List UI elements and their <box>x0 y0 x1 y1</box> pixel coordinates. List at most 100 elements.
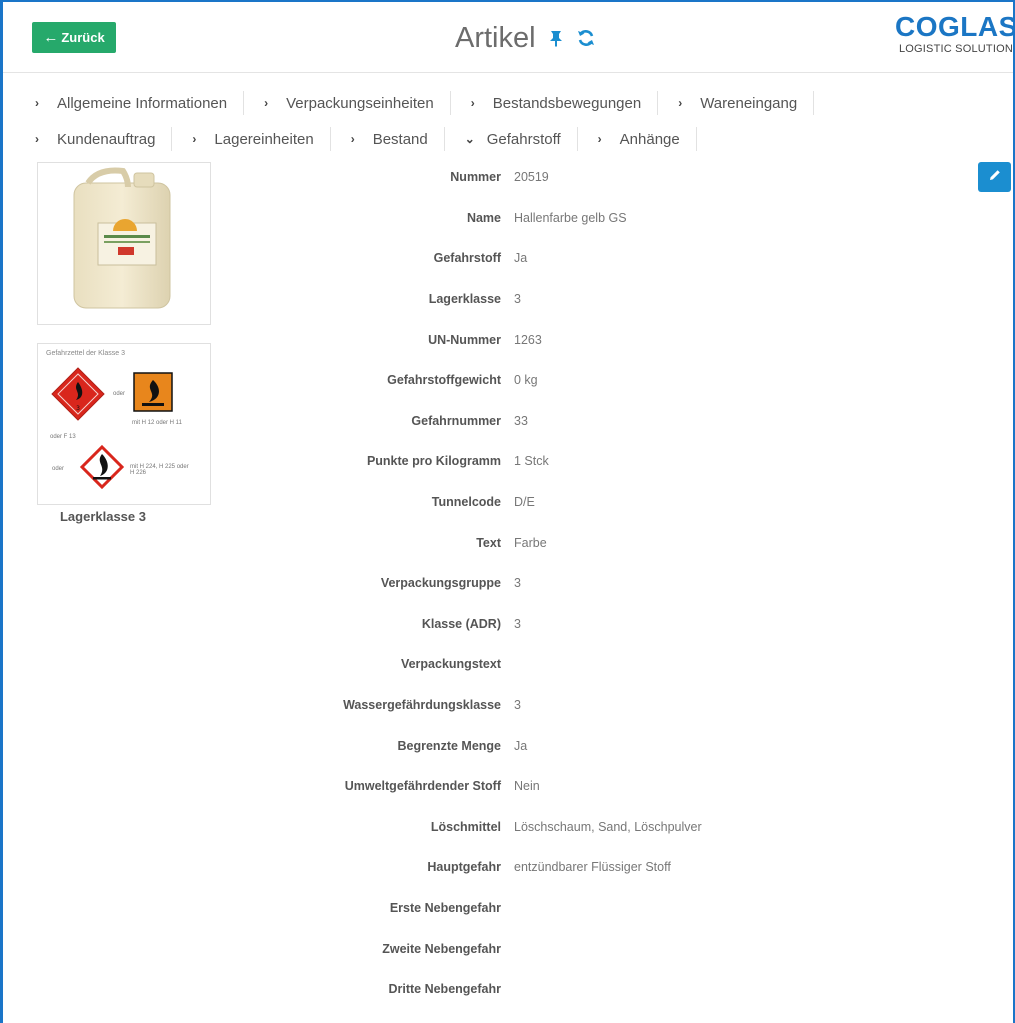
detail-value: 20519 <box>514 170 549 185</box>
detail-row: Verpackungstext <box>253 644 973 685</box>
detail-row: Dritte Nebengefahr <box>253 969 973 1010</box>
detail-label: Gefahrnummer <box>411 413 501 428</box>
detail-label: Verpackungstext <box>400 657 501 672</box>
detail-value: entzündbarer Flüssiger Stoff <box>514 860 671 875</box>
detail-value: Farbe <box>514 535 547 550</box>
detail-label: Wassergefährdungsklasse <box>343 698 501 713</box>
detail-row: UN-Nummer 1263 <box>253 319 973 360</box>
hazard-small-text: oder <box>52 466 65 472</box>
detail-value: Ja <box>514 738 528 753</box>
chevron-down-icon: ⌄ <box>464 132 475 146</box>
tab-label: Anhänge <box>619 130 680 148</box>
detail-row: Gefahrstoffgewicht 0 kg <box>253 360 973 401</box>
detail-label: Gefahrstoff <box>433 251 501 266</box>
detail-label: Begrenzte Menge <box>397 738 502 753</box>
detail-label: Erste Nebengefahr <box>389 900 501 915</box>
detail-row: Löschmittel Löschschaum, Sand, Löschpulve… <box>253 807 973 848</box>
chevron-right-icon: › <box>35 132 39 146</box>
chevron-right-icon: › <box>192 132 197 146</box>
hazard-small-text: oder F 13 <box>50 434 76 440</box>
detail-value: 0 kg <box>514 373 538 388</box>
detail-label: Zweite Nebengefahr <box>382 941 501 956</box>
tab-gefahrstoff[interactable]: ⌄ Gefahrstoff <box>461 127 578 151</box>
chevron-right-icon: › <box>350 132 355 146</box>
pencil-icon <box>988 168 1002 187</box>
detail-row: Verpackungsgruppe 3 <box>253 563 973 604</box>
detail-row: Text Farbe <box>253 522 973 563</box>
section-tabs: › Allgemeine Informationen › Verpackungsein… <box>31 85 991 157</box>
detail-row: Tunnelcode D/E <box>253 482 973 523</box>
detail-value: D/E <box>514 495 535 510</box>
detail-value: 33 <box>514 413 528 428</box>
refresh-icon[interactable] <box>576 28 596 48</box>
tab-allgemeine-informationen[interactable]: › Allgemeine Informationen <box>31 91 245 115</box>
title-area: Artikel <box>455 18 596 58</box>
detail-row: Begrenzte Menge Ja <box>253 725 973 766</box>
detail-list: Nummer 20519 Name Hallenfarbe gelb GS Gefahr… <box>253 157 973 1009</box>
tab-wareneingang[interactable]: › Wareneingang <box>674 91 815 115</box>
detail-row: Wassergefährdungsklasse 3 <box>253 685 973 726</box>
hazard-small-text: mit H 12 oder H 11 <box>132 420 182 426</box>
detail-label: Hauptgefahr <box>427 860 501 875</box>
detail-value: Löschschaum, Sand, Löschpulver <box>514 819 702 834</box>
tab-kundenauftrag[interactable]: › Kundenauftrag <box>31 127 173 151</box>
detail-label: UN-Nummer <box>428 332 501 347</box>
detail-value: Nein <box>514 779 540 794</box>
logo-sub-text: LOGISTIC SOLUTION <box>898 43 1013 55</box>
hazard-label-image: Gefahrzettel der Klasse 3 3 oder mit H 1… <box>37 343 211 505</box>
detail-label: Verpackungsgruppe <box>380 576 501 591</box>
tab-bestandsbewegungen[interactable]: › Bestandsbewegungen <box>467 91 659 115</box>
pin-icon[interactable] <box>546 28 566 48</box>
detail-row: Punkte pro Kilogramm 1 Stck <box>253 441 973 482</box>
canister-image <box>73 167 171 309</box>
hazard-small-text: mit H 224, H 225 oder H 226 <box>130 464 189 476</box>
chevron-right-icon: › <box>597 132 602 146</box>
tab-anhänge[interactable]: › Anhänge <box>594 127 697 151</box>
edit-button[interactable] <box>978 162 1011 192</box>
detail-label: Text <box>476 535 501 550</box>
chevron-right-icon: › <box>470 96 475 110</box>
detail-label: Name <box>466 210 501 225</box>
detail-value: Ja <box>514 251 528 266</box>
detail-label: Lagerklasse <box>428 292 501 307</box>
detail-row: Nummer 20519 <box>253 157 973 198</box>
tab-verpackungseinheiten[interactable]: › Verpackungseinheiten <box>260 91 451 115</box>
tab-label: Gefahrstoff <box>486 130 561 148</box>
detail-value: 1 Stck <box>514 454 549 469</box>
detail-value: 3 <box>514 616 521 631</box>
detail-row: Umweltgefährdender Stoff Nein <box>253 766 973 807</box>
hazard-caption: Lagerklasse 3 <box>59 509 146 524</box>
header: ← Zurück Artikel COGLAS LOGISTIC SOLUTIO… <box>3 2 1013 73</box>
tab-label: Lagereinheiten <box>214 130 314 148</box>
detail-label: Löschmittel <box>430 819 501 834</box>
detail-label: Umweltgefährdender Stoff <box>344 779 501 794</box>
hazard-symbols: 3 <box>51 367 173 490</box>
company-logo: COGLAS LOGISTIC SOLUTION <box>895 11 1015 56</box>
detail-value: 3 <box>514 698 521 713</box>
detail-row: Gefahrstoff Ja <box>253 238 973 279</box>
tab-bestand[interactable]: › Bestand <box>347 127 445 151</box>
detail-label: Dritte Nebengefahr <box>388 982 501 997</box>
detail-row: Erste Nebengefahr <box>253 888 973 929</box>
tab-lagereinheiten[interactable]: › Lagereinheiten <box>188 127 331 151</box>
logo-main-text: COGLAS <box>895 11 1015 42</box>
tab-label: Bestand <box>372 130 428 148</box>
page-title: Artikel <box>455 21 536 54</box>
detail-row: Zweite Nebengefahr <box>253 928 973 969</box>
arrow-left-icon: ← <box>43 29 59 46</box>
detail-row: Lagerklasse 3 <box>253 279 973 320</box>
detail-value: 3 <box>514 292 521 307</box>
back-button[interactable]: ← Zurück <box>32 22 116 53</box>
product-image <box>37 162 211 325</box>
tab-label: Bestandsbewegungen <box>492 94 642 112</box>
detail-value: Hallenfarbe gelb GS <box>514 210 627 225</box>
tab-row-1: › Allgemeine Informationen › Verpackungsein… <box>31 85 991 121</box>
hazard-small-text: oder <box>113 391 126 397</box>
detail-row: Gefahrnummer 33 <box>253 401 973 442</box>
chevron-right-icon: › <box>678 96 683 110</box>
tab-label: Verpackungseinheiten <box>286 94 434 112</box>
detail-label: Gefahrstoffgewicht <box>387 373 501 388</box>
detail-value: 3 <box>514 576 521 591</box>
tab-row-2: › Kundenauftrag › Lagereinheiten › Bestand ⌄ Ge… <box>31 121 991 157</box>
chevron-right-icon: › <box>264 96 269 110</box>
